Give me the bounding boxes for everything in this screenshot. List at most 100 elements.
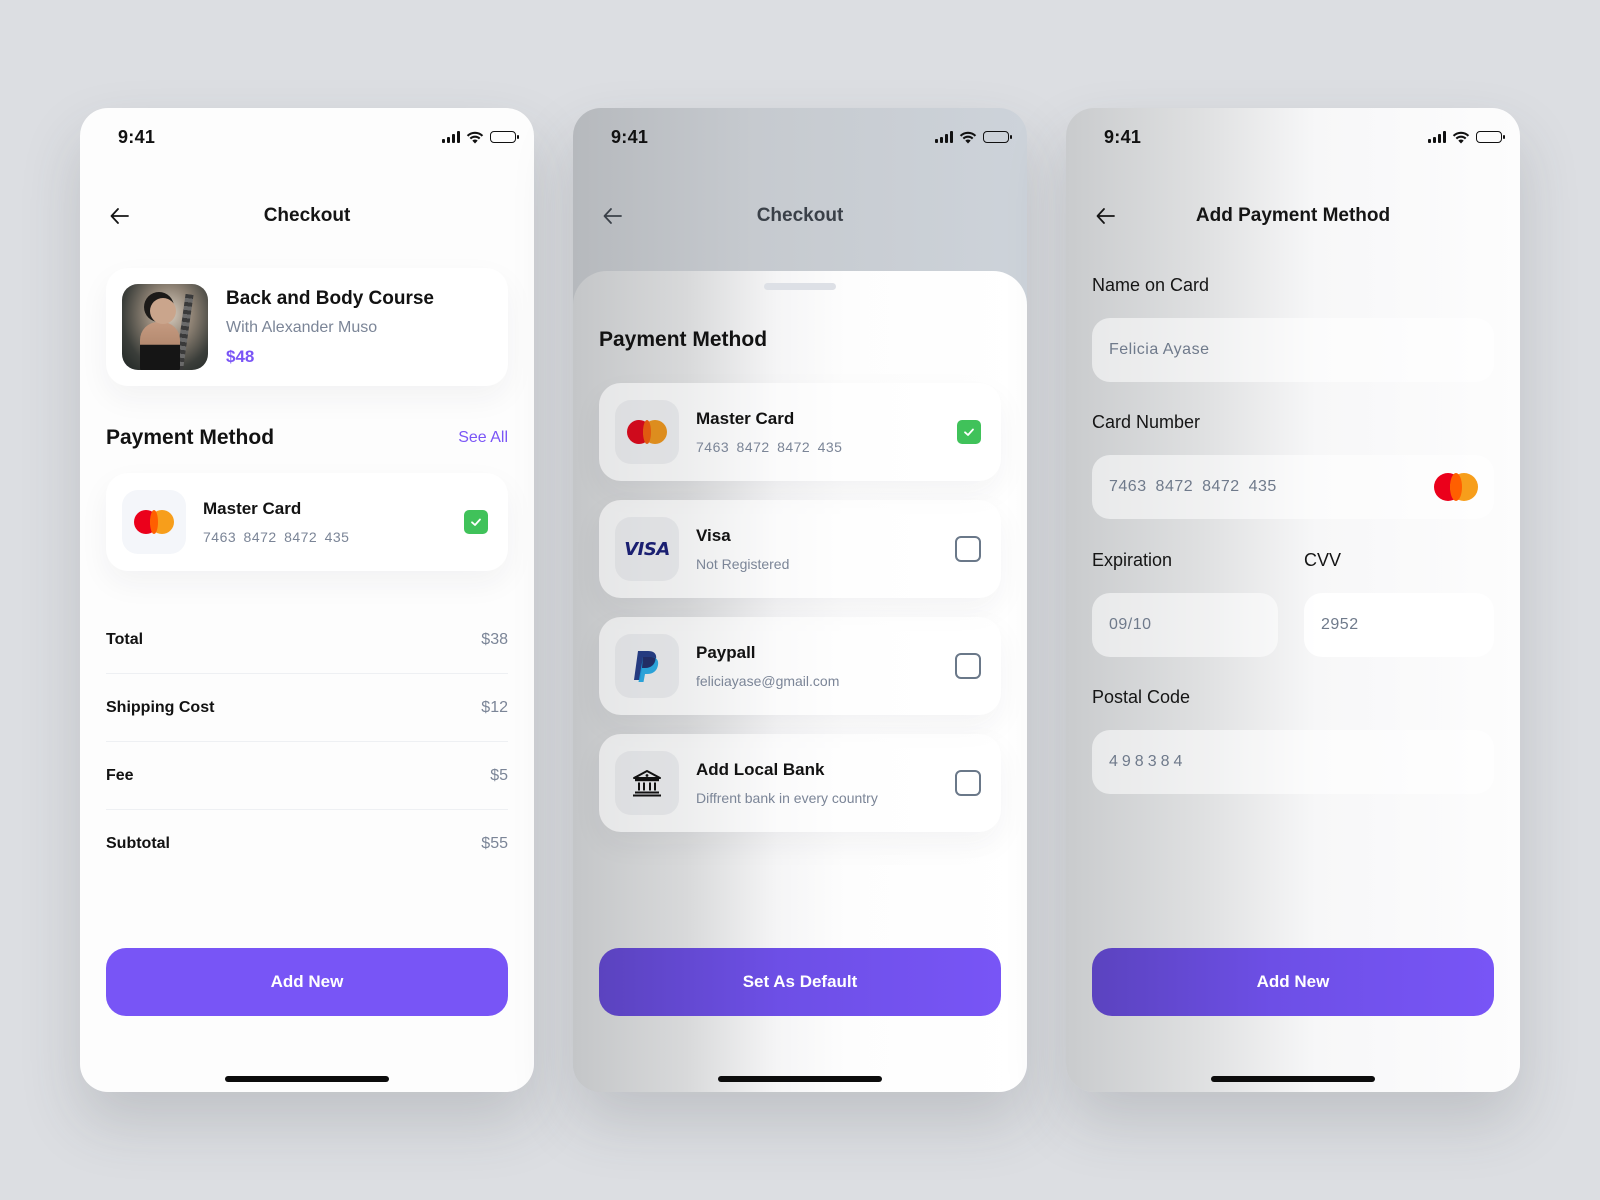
status-time: 9:41 — [118, 126, 156, 147]
add-new-button[interactable]: Add New — [106, 948, 508, 1016]
summary-value: $55 — [481, 835, 508, 852]
nav-bar: Checkout — [599, 200, 1001, 232]
payment-sub: Not Registered — [696, 556, 790, 572]
card-number-label: Card Number — [1092, 412, 1201, 432]
payment-method-header: Payment Method See All — [106, 426, 508, 450]
postal-code-label: Postal Code — [1092, 687, 1191, 707]
payment-name: Master Card — [696, 409, 795, 428]
cvv-input[interactable]: 2952 — [1304, 593, 1494, 657]
field-value: 498384 — [1109, 753, 1187, 770]
status-bar: 9:41 — [611, 126, 1012, 148]
check-icon — [964, 428, 974, 436]
summary-label: Total — [106, 630, 144, 648]
course-title: Back and Body Course — [226, 287, 434, 309]
summary-row-fee: Fee $5 — [106, 742, 508, 810]
field-value: 09/10 — [1109, 616, 1152, 633]
course-thumbnail — [122, 284, 208, 370]
payment-sub: feliciayase@gmail.com — [696, 673, 840, 689]
summary-value: $5 — [490, 766, 508, 784]
status-time: 9:41 — [611, 126, 649, 147]
add-new-button[interactable]: Add New — [1092, 948, 1494, 1016]
summary-row-total: Total $38 — [106, 606, 508, 674]
payment-icon-box — [615, 751, 679, 815]
payment-option-paypal[interactable]: Paypall feliciayase@gmail.com — [599, 617, 1001, 715]
status-bar: 9:41 — [118, 126, 519, 148]
course-author: With Alexander Muso — [226, 318, 378, 336]
back-arrow-icon[interactable] — [1094, 204, 1118, 228]
field-value: Felicia Ayase — [1109, 341, 1210, 358]
back-arrow-icon[interactable] — [108, 204, 132, 228]
checkout-screen: 9:41 Checkout Back and Body Course With … — [80, 108, 534, 1092]
sheet-title: Payment Method — [599, 328, 768, 351]
home-indicator — [718, 1076, 882, 1082]
add-payment-method-screen: 9:41 Add Payment Method Name on Card Fel… — [1066, 108, 1520, 1092]
selected-payment-card[interactable]: Master Card 7463 8472 8472 435 — [106, 473, 508, 571]
payment-name: Visa — [696, 526, 731, 545]
payment-option-visa[interactable]: VISA Visa Not Registered — [599, 500, 1001, 598]
paypal-icon — [634, 651, 659, 682]
wifi-icon — [1452, 131, 1470, 143]
field-value: 7463 8472 8472 435 — [1109, 478, 1277, 495]
cvv-label: CVV — [1304, 550, 1342, 570]
see-all-link[interactable]: See All — [458, 429, 508, 447]
expiration-input[interactable]: 09/10 — [1092, 593, 1278, 657]
status-time: 9:41 — [1104, 126, 1142, 147]
check-icon — [471, 518, 481, 526]
name-on-card-label: Name on Card — [1092, 275, 1210, 295]
payment-icon-box — [615, 634, 679, 698]
battery-icon — [983, 131, 1012, 143]
price-summary: Total $38 Shipping Cost $12 Fee $5 Subto… — [106, 606, 508, 878]
wifi-icon — [466, 131, 484, 143]
checkbox-unchecked[interactable] — [955, 653, 981, 679]
status-icons — [935, 131, 1012, 144]
page-title: Add Payment Method — [1195, 205, 1391, 226]
wifi-icon — [959, 131, 977, 143]
battery-icon — [490, 131, 519, 143]
summary-row-shipping: Shipping Cost $12 — [106, 674, 508, 742]
set-as-default-button[interactable]: Set As Default — [599, 948, 1001, 1016]
payment-sub: 7463 8472 8472 435 — [696, 439, 843, 455]
battery-icon — [1476, 131, 1505, 143]
payment-name: Master Card — [203, 499, 302, 518]
status-icons — [442, 131, 519, 144]
payment-icon-box — [122, 490, 186, 554]
payment-icon-box — [615, 400, 679, 464]
cellular-signal-icon — [935, 131, 953, 143]
section-title: Payment Method — [106, 426, 275, 449]
card-number: 7463 8472 8472 435 — [203, 529, 350, 545]
payment-option-local-bank[interactable]: Add Local Bank Diffrent bank in every co… — [599, 734, 1001, 832]
summary-label: Subtotal — [106, 835, 170, 852]
cellular-signal-icon — [1428, 131, 1446, 143]
summary-value: $38 — [481, 630, 508, 648]
home-indicator — [225, 1076, 389, 1082]
payment-method-sheet-screen: 9:41 Checkout Payment Method Master Card… — [573, 108, 1027, 1092]
visa-icon: VISA — [624, 538, 670, 560]
checkbox-checked[interactable] — [464, 510, 488, 534]
checkbox-unchecked[interactable] — [955, 770, 981, 796]
nav-bar: Add Payment Method — [1092, 200, 1494, 232]
nav-bar: Checkout — [106, 200, 508, 232]
payment-name: Add Local Bank — [696, 760, 825, 779]
postal-code-input[interactable]: 498384 — [1092, 730, 1494, 794]
sheet-drag-handle[interactable] — [764, 283, 836, 290]
back-arrow-icon[interactable] — [601, 204, 625, 228]
field-value: 2952 — [1321, 616, 1359, 633]
course-card[interactable]: Back and Body Course With Alexander Muso… — [106, 268, 508, 386]
checkbox-checked[interactable] — [957, 420, 981, 444]
summary-label: Fee — [106, 766, 134, 784]
page-title: Checkout — [263, 205, 351, 226]
mastercard-icon — [1434, 473, 1478, 501]
mastercard-icon — [134, 510, 174, 534]
payment-option-mastercard[interactable]: Master Card 7463 8472 8472 435 — [599, 383, 1001, 481]
payment-name: Paypall — [696, 643, 756, 662]
summary-value: $12 — [481, 698, 508, 716]
summary-label: Shipping Cost — [106, 698, 215, 716]
checkbox-unchecked[interactable] — [955, 536, 981, 562]
bank-icon — [633, 770, 661, 797]
home-indicator — [1211, 1076, 1375, 1082]
status-icons — [1428, 131, 1505, 144]
summary-row-subtotal: Subtotal $55 — [106, 810, 508, 878]
name-on-card-input[interactable]: Felicia Ayase — [1092, 318, 1494, 382]
expiration-label: Expiration — [1092, 550, 1173, 570]
card-number-input[interactable]: 7463 8472 8472 435 — [1092, 455, 1494, 519]
